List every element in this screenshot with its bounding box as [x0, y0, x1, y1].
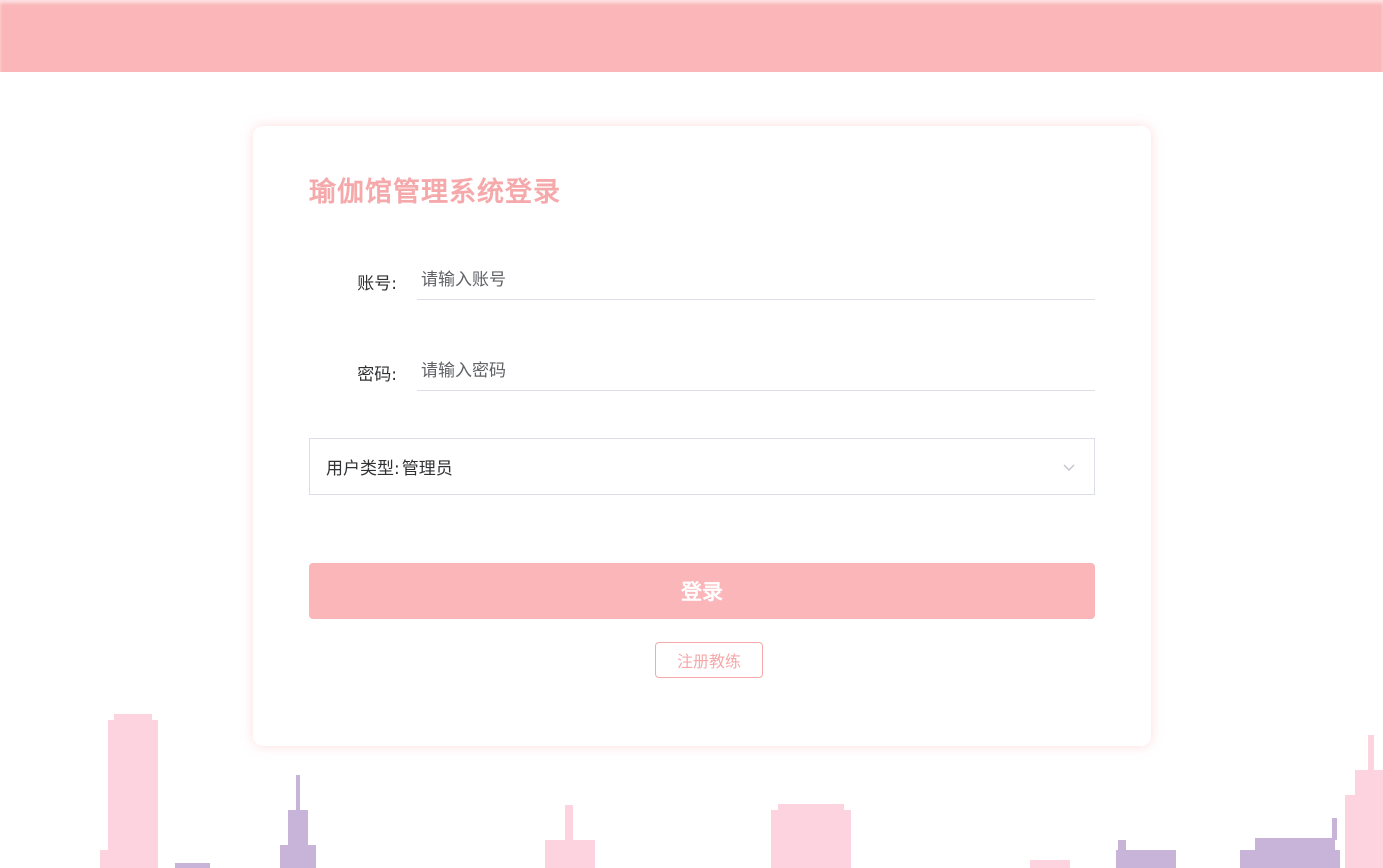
account-input[interactable] — [417, 260, 1095, 300]
password-input[interactable] — [417, 351, 1095, 391]
page-title: 瑜伽馆管理系统登录 — [309, 177, 561, 208]
register-coach-button[interactable]: 注册教练 — [655, 642, 763, 678]
user-type-select[interactable]: 用户类型: 管理员 — [309, 438, 1095, 495]
login-card: 瑜伽馆管理系统登录 账号: 密码: 用户类型: 管理员 登录 注册教练 — [253, 126, 1151, 746]
account-label: 账号: — [357, 274, 397, 294]
top-banner — [0, 0, 1383, 72]
user-type-value: 管理员 — [401, 459, 453, 479]
chevron-down-icon — [1063, 464, 1075, 471]
user-type-label: 用户类型: — [326, 459, 400, 479]
login-button[interactable]: 登录 — [309, 563, 1095, 619]
password-label: 密码: — [357, 365, 397, 385]
